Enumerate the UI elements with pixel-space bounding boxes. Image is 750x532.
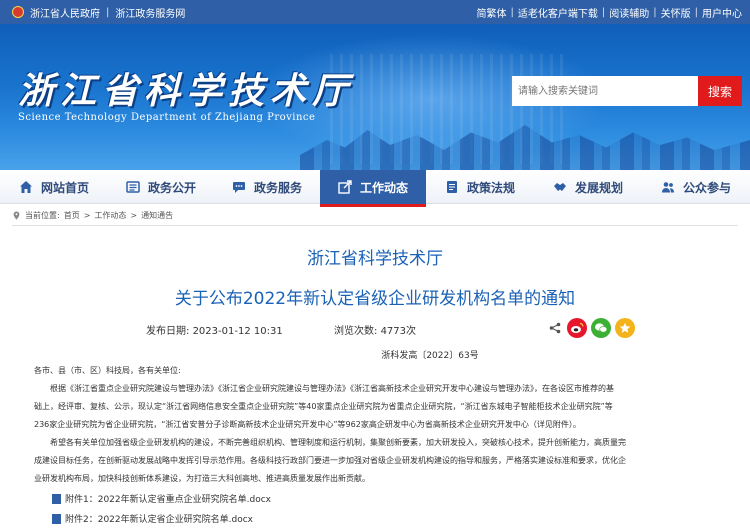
view-count-value: 4773次 xyxy=(380,326,417,337)
nav-item-label: 发展规划 xyxy=(574,180,623,195)
handshake-icon xyxy=(553,183,566,191)
location-pin-icon xyxy=(13,210,20,220)
top-bar: 浙江省人民政府 | 浙江政务服务网 简繁体 | 适老化客户端下载 | 阅读辅助 … xyxy=(0,0,750,24)
paragraph-line: 成建设目标任务，在创新驱动发展战略中发挥引导示范作用。各级科技行政部门要进一步加… xyxy=(34,456,626,465)
publish-date: 发布日期: 2023-01-12 10:31 xyxy=(146,322,283,337)
link-zhejiang-government[interactable]: 浙江省人民政府 xyxy=(30,5,100,20)
star-icon xyxy=(619,322,631,333)
separator: | xyxy=(510,6,514,18)
salutation: 各市、县（市、区）科技局，各有关单位: xyxy=(34,366,181,375)
document-icon xyxy=(446,181,457,193)
nav-item-government-affairs[interactable]: 政务公开 xyxy=(108,170,214,204)
breadcrumb-work-news[interactable]: 工作动态 xyxy=(94,210,126,221)
home-icon xyxy=(19,181,32,193)
publish-date-label: 发布日期: xyxy=(146,326,190,337)
government-emblem-icon xyxy=(12,6,24,18)
link-care-version[interactable]: 关怀版 xyxy=(661,5,691,20)
word-document-icon xyxy=(52,493,61,504)
nav-item-label: 政务公开 xyxy=(147,180,196,195)
share-icon[interactable] xyxy=(549,322,561,334)
document-number: 浙科发高〔2022〕63号 xyxy=(381,351,479,361)
nav-item-home[interactable]: 网站首页 xyxy=(0,170,108,204)
top-bar-right: 简繁体 | 适老化客户端下载 | 阅读辅助 | 关怀版 | 用户中心 xyxy=(477,0,743,24)
search-button[interactable]: 搜索 xyxy=(698,76,742,106)
weibo-share-button[interactable] xyxy=(567,318,587,338)
attachment-link[interactable]: 附件2：2022年新认定省企业研究院名单.docx xyxy=(52,512,253,525)
top-bar-left: 浙江省人民政府 | 浙江政务服务网 xyxy=(12,0,185,24)
site-subtitle: Science Technology Department of Zhejian… xyxy=(18,112,316,123)
link-elderly-app-download[interactable]: 适老化客户端下载 xyxy=(518,5,598,20)
link-user-center[interactable]: 用户中心 xyxy=(702,5,742,20)
link-reading-assist[interactable]: 阅读辅助 xyxy=(609,5,649,20)
nav-item-development-planning[interactable]: 发展规划 xyxy=(534,170,642,204)
qzone-share-button[interactable] xyxy=(615,318,635,338)
nav-item-label: 政务服务 xyxy=(253,180,302,195)
article-org-title: 浙江省科学技术厅 xyxy=(307,249,443,269)
paragraph-line: 希望各有关单位加强省级企业研发机构的建设，不断完善组织机构、管理制度和运行机制，… xyxy=(50,438,626,447)
list-icon xyxy=(126,181,140,193)
attachment-label: 附件1：2022年新认定省重点企业研究院名单.docx xyxy=(65,495,271,505)
nav-item-policies[interactable]: 政策法规 xyxy=(426,170,534,204)
breadcrumb-prefix: 当前位置: xyxy=(25,210,60,220)
breadcrumb-separator: > xyxy=(130,210,138,220)
paragraph-line: 236家企业研究院为省企业研究院，“浙江省安普分子诊断高新技术企业研究开发中心”… xyxy=(34,420,581,429)
breadcrumb: 当前位置: 首页 > 工作动态 > 通知通告 xyxy=(12,209,173,221)
divider xyxy=(12,225,738,226)
separator: | xyxy=(106,6,110,18)
attachment-label: 附件2：2022年新认定省企业研究院名单.docx xyxy=(65,515,253,525)
weibo-icon xyxy=(571,322,584,333)
header-banner: 浙江省科学技术厅 Science Technology Department o… xyxy=(0,24,750,170)
paragraph-line: 业研发机构布局，加快科技创新体系建设，为打造三大科创高地、推进高质量发展作出新贡… xyxy=(34,474,370,483)
link-zhejiang-service[interactable]: 浙江政务服务网 xyxy=(115,5,185,20)
word-document-icon xyxy=(52,513,61,524)
main-nav: 网站首页 政务公开 政务服务 工作动态 政策法规 发展规划 公众参与 xyxy=(0,170,750,207)
nav-item-label: 工作动态 xyxy=(359,180,408,195)
share-box-icon xyxy=(338,180,352,194)
separator: | xyxy=(694,6,698,18)
paragraph-line: 础上，经评审、复核、公示，现认定“浙江省网络信息安全重点企业研究院”等40家重点… xyxy=(34,402,613,411)
view-count: 浏览次数: 4773次 xyxy=(334,322,416,337)
view-count-label: 浏览次数: xyxy=(334,326,378,337)
publish-date-value: 2023-01-12 10:31 xyxy=(192,326,283,337)
breadcrumb-separator: > xyxy=(83,210,91,220)
nav-item-label: 公众参与 xyxy=(682,180,731,195)
separator: | xyxy=(653,6,657,18)
search-input[interactable] xyxy=(512,76,698,106)
separator: | xyxy=(601,6,606,18)
breadcrumb-home[interactable]: 首页 xyxy=(64,210,80,221)
site-title[interactable]: 浙江省科学技术厅 xyxy=(18,62,354,114)
nav-item-public-participation[interactable]: 公众参与 xyxy=(642,170,750,204)
nav-item-label: 网站首页 xyxy=(40,180,89,195)
nav-item-government-services[interactable]: 政务服务 xyxy=(214,170,320,204)
people-icon xyxy=(661,182,674,193)
paragraph-line: 根据《浙江省重点企业研究院建设与管理办法》《浙江省企业研究院建设与管理办法》《浙… xyxy=(50,384,614,393)
wechat-share-button[interactable] xyxy=(591,318,611,338)
breadcrumb-notices[interactable]: 通知通告 xyxy=(141,210,173,221)
paragraph-1: 根据《浙江省重点企业研究院建设与管理办法》《浙江省企业研究院建设与管理办法》《浙… xyxy=(34,380,718,434)
paragraph-2: 希望各有关单位加强省级企业研发机构的建设，不断完善组织机构、管理制度和运行机制，… xyxy=(34,434,718,488)
attachment-link[interactable]: 附件1：2022年新认定省重点企业研究院名单.docx xyxy=(52,492,271,505)
nav-item-work-news[interactable]: 工作动态 xyxy=(320,170,426,207)
link-simplified-traditional[interactable]: 简繁体 xyxy=(477,5,507,20)
article-title: 关于公布2022年新认定省级企业研发机构名单的通知 xyxy=(174,289,576,309)
chat-icon xyxy=(232,182,245,193)
nav-item-label: 政策法规 xyxy=(466,180,515,195)
wechat-icon xyxy=(595,323,608,333)
